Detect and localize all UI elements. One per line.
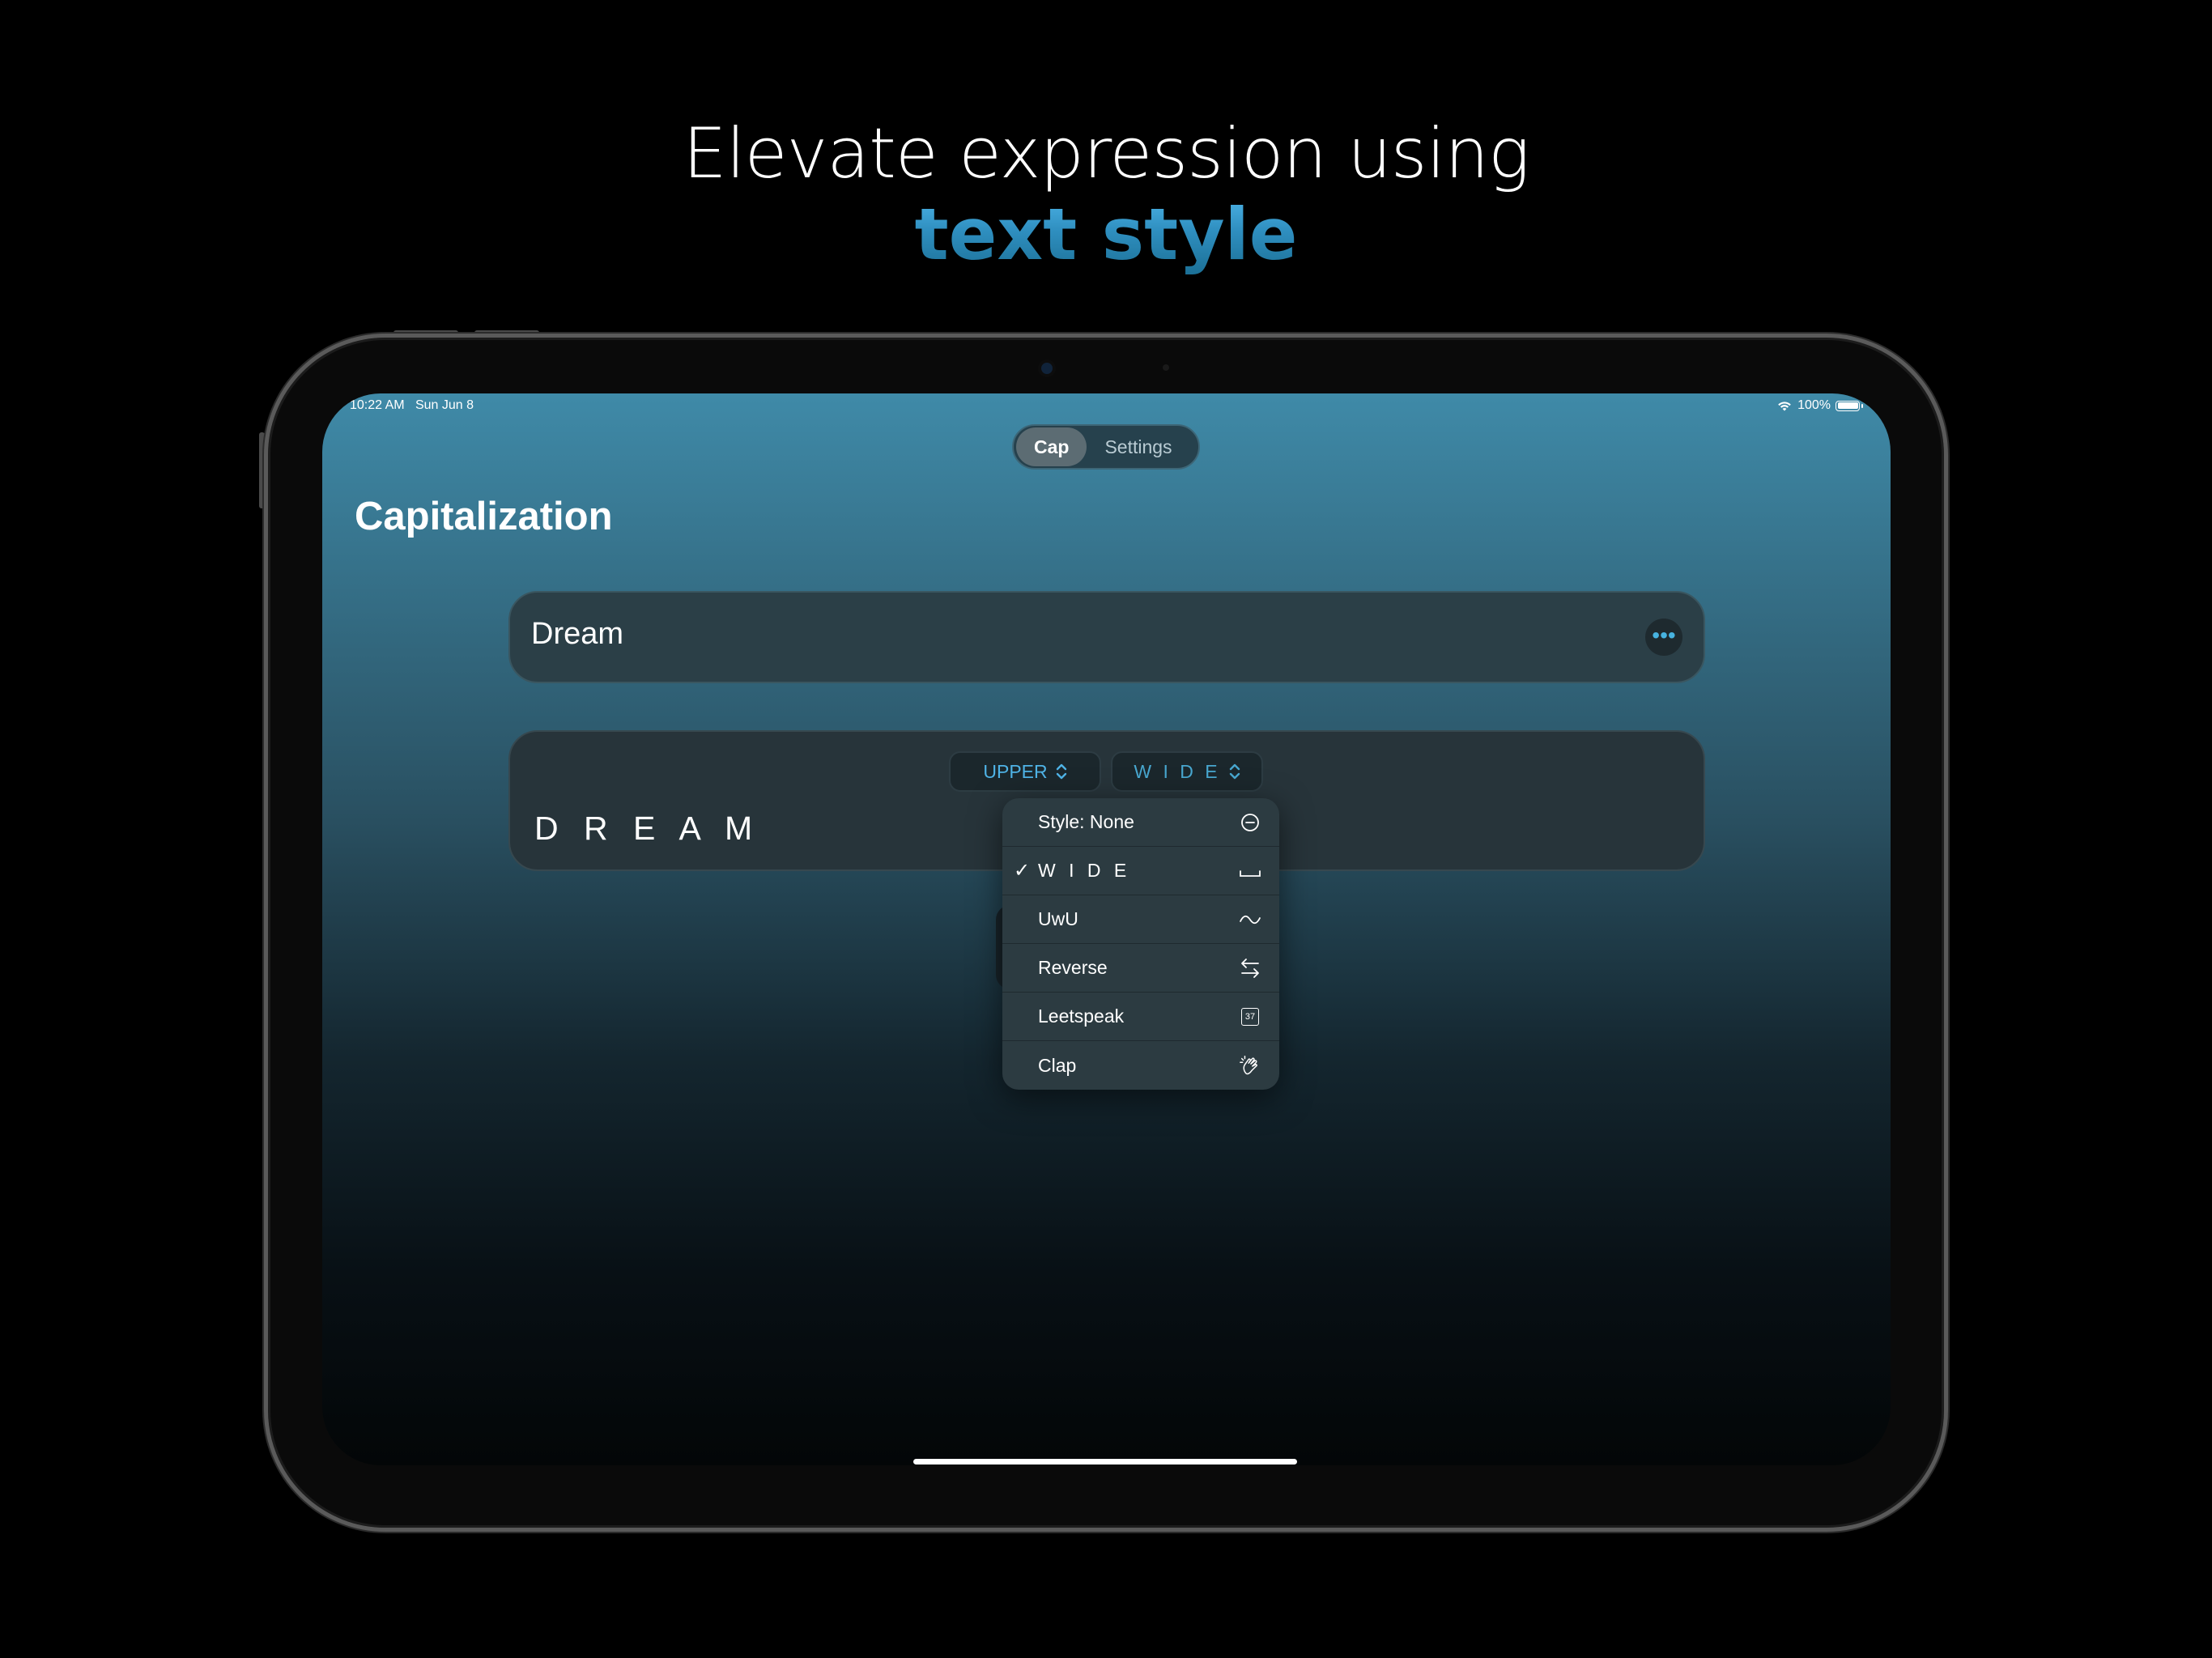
checkmark-icon: ✓ xyxy=(1014,860,1031,882)
menu-item-label: Reverse xyxy=(1038,957,1108,978)
front-camera xyxy=(1041,363,1053,374)
style-value: W I D E xyxy=(1134,760,1221,782)
home-indicator[interactable] xyxy=(913,1459,1297,1465)
battery-icon xyxy=(1836,400,1863,411)
menu-item-reverse[interactable]: Reverse xyxy=(1002,944,1279,993)
capitalization-value: UPPER xyxy=(983,760,1048,782)
minus-circle-icon xyxy=(1239,811,1261,834)
chevron-up-down-icon xyxy=(1229,763,1240,780)
more-options-button[interactable]: ••• xyxy=(1645,619,1682,656)
ambient-sensor xyxy=(1163,364,1169,371)
ellipsis-icon: ••• xyxy=(1652,623,1676,648)
wifi-icon xyxy=(1778,401,1791,410)
app-screen: 10:22 AM Sun Jun 8 100% Cap Settings Cap… xyxy=(322,393,1891,1465)
number-37-icon: 37 xyxy=(1239,1005,1261,1028)
style-menu: Style: None ✓ W I D E UwU Reverse Leetsp… xyxy=(1002,798,1279,1090)
headline-line-1: Elevate expression using xyxy=(683,113,1529,194)
text-input-card[interactable]: Dream ••• xyxy=(508,591,1705,683)
capitalization-picker[interactable]: UPPER xyxy=(949,751,1101,792)
result-text[interactable]: D R E A M xyxy=(534,810,760,848)
menu-item-leetspeak[interactable]: Leetspeak 37 xyxy=(1002,993,1279,1041)
status-right-group: 100% xyxy=(1776,398,1863,413)
menu-item-label: Clap xyxy=(1038,1054,1077,1076)
headline-accent-text: text style xyxy=(914,193,1298,276)
page-title: Capitalization xyxy=(355,495,613,538)
tab-switcher: Cap Settings xyxy=(1012,424,1200,470)
leet-badge: 37 xyxy=(1241,1007,1259,1026)
menu-item-uwu[interactable]: UwU xyxy=(1002,895,1279,944)
tab-settings[interactable]: Settings xyxy=(1087,427,1189,466)
swap-arrows-icon xyxy=(1239,957,1261,980)
menu-item-label: Leetspeak xyxy=(1038,1005,1125,1027)
text-input[interactable]: Dream xyxy=(531,617,623,652)
space-icon xyxy=(1239,860,1261,882)
menu-item-label: W I D E xyxy=(1038,860,1131,881)
menu-item-clap[interactable]: Clap xyxy=(1002,1041,1279,1090)
menu-item-style-none[interactable]: Style: None xyxy=(1002,798,1279,847)
clap-hands-icon xyxy=(1239,1054,1261,1077)
menu-item-label: UwU xyxy=(1038,908,1078,929)
headline-line-2: text style xyxy=(0,191,2212,278)
status-time-date: 10:22 AM Sun Jun 8 xyxy=(350,398,474,412)
tab-cap[interactable]: Cap xyxy=(1016,427,1087,466)
tilde-icon xyxy=(1239,908,1261,931)
chevron-up-down-icon xyxy=(1056,763,1066,780)
battery-percent: 100% xyxy=(1797,398,1831,412)
menu-item-label: Style: None xyxy=(1038,811,1134,832)
menu-item-wide[interactable]: ✓ W I D E xyxy=(1002,847,1279,895)
style-picker[interactable]: W I D E xyxy=(1111,751,1263,792)
